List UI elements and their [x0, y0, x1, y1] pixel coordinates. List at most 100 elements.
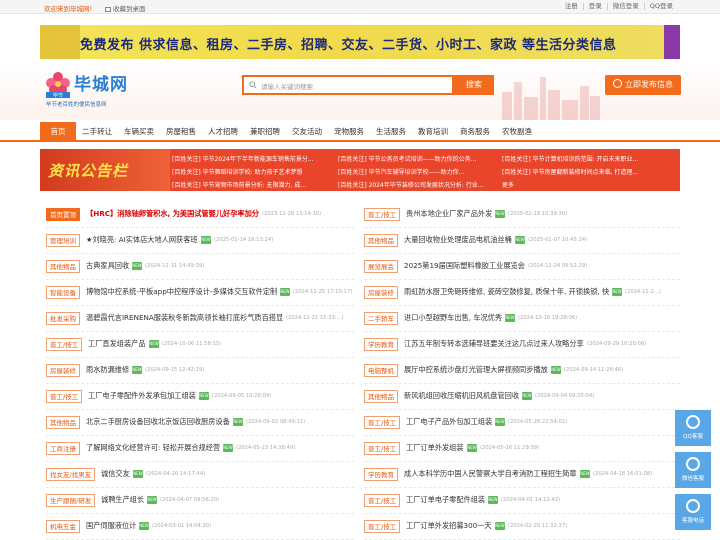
nav-business[interactable]: 商务服务 — [454, 122, 496, 142]
list-item[interactable]: 展览展会 2025第19届国际塑料橡胶工业展览会 (2024-12-24 09:52… — [364, 256, 680, 280]
list-item[interactable]: 普工/技工 工厂电子产品外包加工组装 NEW (2024-05-28 22:54:01… — [364, 412, 680, 436]
category-tag[interactable]: 展览展会 — [364, 260, 398, 273]
nav-home[interactable]: 首页 — [40, 122, 76, 142]
list-item[interactable]: 管理培训 ★刘晓亮: AI实体店大地人网获客班 NEW (2025-01-14 16:… — [46, 230, 354, 254]
notice-item[interactable]: [百姓关注] 毕节2024年下半年新能源车销售前景分... — [172, 154, 330, 163]
category-tag[interactable]: 工商注册 — [46, 442, 80, 455]
category-tag[interactable]: 普工/技工 — [364, 520, 401, 533]
promo-banner[interactable]: 免费发布 供求信息、租房、二手房、招聘、交友、二手货、小时工、家政 等生活分类信… — [40, 25, 680, 59]
nav-agriculture[interactable]: 农牧副渔 — [496, 122, 538, 142]
list-item[interactable]: 生产跟随/研发 诚聘生产组长 NEW (2024-04-07 09:56:20) — [46, 490, 354, 514]
phone-service-button[interactable]: 客服电话 — [675, 494, 711, 530]
nav-recruitment[interactable]: 人才招聘 — [202, 122, 244, 142]
listing-title[interactable]: 进口小型越野车出售, 车况优秀 — [404, 313, 502, 323]
listing-title[interactable]: 工厂电子零配件外发承包加工组装 — [88, 391, 196, 401]
nav-part-time[interactable]: 兼职招聘 — [244, 122, 286, 142]
listing-title[interactable]: 雨水防漏维修 — [86, 365, 129, 375]
category-tag[interactable]: 找女友/找男友 — [46, 468, 96, 481]
wechat-login-link[interactable]: 微信登录 — [606, 3, 644, 10]
nav-dating[interactable]: 交友活动 — [286, 122, 328, 142]
category-tag[interactable]: 首页置顶 — [46, 208, 80, 221]
listing-title[interactable]: 工厂电子产品外包加工组装 — [406, 417, 492, 427]
listing-title[interactable]: 古典家具回收 — [86, 261, 129, 271]
list-item[interactable]: 普工/技工 工厂订单外发组装 NEW (2024-05-16 11:29:39) — [364, 438, 680, 462]
nav-housing[interactable]: 房屋租售 — [160, 122, 202, 142]
wechat-service-button[interactable]: 微信客服 — [675, 452, 711, 488]
list-item[interactable]: 学历教育 成人本科学历中国人民警察大学自考消防工程招生简章 NEW (2024-04-… — [364, 464, 680, 488]
category-tag[interactable]: 电脑整机 — [364, 364, 398, 377]
list-item[interactable]: 房屋装修 雨虹防水厨卫免砸砖维修, 瓷砖空鼓修复, 质保十年, 开锁换锁, 快 NE… — [364, 282, 680, 306]
listing-title[interactable]: 贵州本地企业厂家产品外发 — [406, 209, 492, 219]
listing-title[interactable]: ★刘晓亮: AI实体店大地人网获客班 — [86, 235, 198, 245]
category-tag[interactable]: 其他物品 — [364, 234, 398, 247]
list-item[interactable]: 房屋装修 雨水防漏维修 NEW (2024-09-15 12:42:29) — [46, 360, 354, 384]
search-button[interactable]: 搜索 — [454, 75, 494, 95]
listing-title[interactable]: 大量回收物业处理废品电机油丝桶 — [404, 235, 512, 245]
nav-vehicles[interactable]: 车辆买卖 — [118, 122, 160, 142]
list-item[interactable]: 普工/技工 贵州本地企业厂家产品外发 NEW (2025-02-18 10:39:30… — [364, 204, 680, 228]
category-tag[interactable]: 普工/技工 — [364, 208, 401, 221]
listing-title[interactable]: 北京二手厨房设备回收北京饭店回收厨房设备 — [86, 417, 230, 427]
category-tag[interactable]: 普工/技工 — [46, 390, 83, 403]
listing-title[interactable]: 工厂订单外发招募300一天 — [406, 521, 492, 531]
notice-more-link[interactable]: 更多 — [502, 180, 562, 189]
register-link[interactable]: 注册 — [560, 3, 583, 10]
list-item[interactable]: 电脑整机 展厅中控系统沙盘灯光管理大屏视频同步播放 NEW (2024-09-14 1… — [364, 360, 680, 384]
listing-title[interactable]: 诚聘生产组长 — [101, 495, 144, 505]
notice-item[interactable]: [百姓关注] 毕节宠物市场前景分析: 无限潜力, 成... — [172, 180, 330, 189]
site-logo[interactable]: 毕节 毕城网 毕节老百姓的便民信息网 — [44, 70, 154, 108]
search-input[interactable]: 请输入关键词搜索 — [261, 81, 313, 91]
category-tag[interactable]: 普工/技工 — [364, 416, 401, 429]
category-tag[interactable]: 批发采购 — [46, 312, 80, 325]
category-tag[interactable]: 普工/技工 — [364, 442, 401, 455]
category-tag[interactable]: 普工/技工 — [46, 338, 83, 351]
listing-title[interactable]: 博物馆中控系统-平板app中控程序设计-多媒体交互软件定制 — [86, 287, 277, 297]
list-item[interactable]: 工商注册 了解网络文化经营许可: 轻松开展合规经营 NEW (2024-05-23 1… — [46, 438, 354, 462]
notice-item[interactable]: [百姓关注] 毕节计算机培训的范围: 开启未来职业... — [502, 154, 678, 163]
category-tag[interactable]: 生产跟随/研发 — [46, 494, 96, 507]
listing-title[interactable]: 2025第19届国际塑料橡胶工业展览会 — [404, 261, 525, 271]
list-item[interactable]: 普工/技工 工厂直发组装产品 NEW (2024-10-06 11:58:15) — [46, 334, 354, 358]
listing-title[interactable]: 新风机组回收压缩机旧风机盘管回收 — [404, 391, 519, 401]
category-tag[interactable]: 机电五金 — [46, 520, 80, 533]
nav-education[interactable]: 教育培训 — [412, 122, 454, 142]
notice-item[interactable]: [百姓关注] 毕节汽车辅导培训学校——助力你... — [338, 167, 496, 176]
notice-item[interactable]: [百姓关注] 毕节公务员考试培训——助力你的公务... — [338, 154, 496, 163]
post-info-button[interactable]: 立即发布信息 — [605, 75, 681, 95]
listing-title[interactable]: 工厂订单外发组装 — [406, 443, 464, 453]
list-item[interactable]: 其他物品 北京二手厨房设备回收北京饭店回收厨房设备 NEW (2024-09-02 0… — [46, 412, 354, 436]
list-item[interactable]: 其他物品 古典家具回收 NEW (2024-12-31 14:49:39) — [46, 256, 354, 280]
favorite-link[interactable]: 收藏到桌面 — [105, 3, 146, 13]
list-item[interactable]: 批发采购 温碧霞代言IRENENA服装秋冬新款高领长袖打底衫气质百搭显 (2024-… — [46, 308, 354, 332]
notice-item[interactable]: [百姓关注] 2024年毕节装修公司发展状况分析: 行业... — [338, 180, 496, 189]
listing-title[interactable]: 成人本科学历中国人民警察大学自考消防工程招生简章 — [404, 469, 577, 479]
category-tag[interactable]: 房屋装修 — [364, 286, 398, 299]
category-tag[interactable]: 学历教育 — [364, 468, 398, 481]
nav-second-hand[interactable]: 二手转让 — [76, 122, 118, 142]
list-item[interactable]: 普工/技工 工厂电子零配件外发承包加工组装 NEW (2024-09-05 10:28… — [46, 386, 354, 410]
list-item[interactable]: 找女友/找男友 诚信交友 NEW (2024-04-20 14:17:44) — [46, 464, 354, 488]
category-tag[interactable]: 二手轿车 — [364, 312, 398, 325]
qq-service-button[interactable]: QQ客服 — [675, 410, 711, 446]
category-tag[interactable]: 管理培训 — [46, 234, 80, 247]
category-tag[interactable]: 其他物品 — [46, 260, 80, 273]
listing-title[interactable]: 展厅中控系统沙盘灯光管理大屏视频同步播放 — [404, 365, 548, 375]
listing-title[interactable]: 了解网络文化经营许可: 轻松开展合规经营 — [86, 443, 220, 453]
nav-pets[interactable]: 宠物服务 — [328, 122, 370, 142]
notice-item[interactable]: [百姓关注] 毕节舞蹈培训学校: 助力孩子艺术梦想 — [172, 167, 330, 176]
listing-title[interactable]: 工厂直发组装产品 — [88, 339, 146, 349]
list-item[interactable]: 其他物品 新风机组回收压缩机旧风机盘管回收 NEW (2024-09-04 09:25… — [364, 386, 680, 410]
listing-title[interactable]: 工厂订单电子零配件组装 — [406, 495, 485, 505]
list-item[interactable]: 普工/技工 工厂订单外发招募300一天 NEW (2024-02-20 11:32:3… — [364, 516, 680, 540]
listing-title[interactable]: 诚信交友 — [101, 469, 130, 479]
category-tag[interactable]: 学历教育 — [364, 338, 398, 351]
listing-title[interactable]: 国产伺服液位计 — [86, 521, 136, 531]
category-tag[interactable]: 其他物品 — [46, 416, 80, 429]
list-item[interactable]: 机电五金 国产伺服液位计 NEW (2024-03-01 14:04:20) — [46, 516, 354, 540]
listing-title[interactable]: 雨虹防水厨卫免砸砖维修, 瓷砖空鼓修复, 质保十年, 开锁换锁, 快 — [404, 287, 609, 297]
listing-title[interactable]: 温碧霞代言IRENENA服装秋冬新款高领长袖打底衫气质百搭显 — [86, 313, 283, 323]
category-tag[interactable]: 其他物品 — [364, 390, 398, 403]
listing-title[interactable]: 江苏五年制专转本选辅导班要关注这几点过来人攻略分享 — [404, 339, 584, 349]
category-tag[interactable]: 普工/技工 — [364, 494, 401, 507]
qq-login-link[interactable]: QQ登录 — [643, 3, 678, 10]
